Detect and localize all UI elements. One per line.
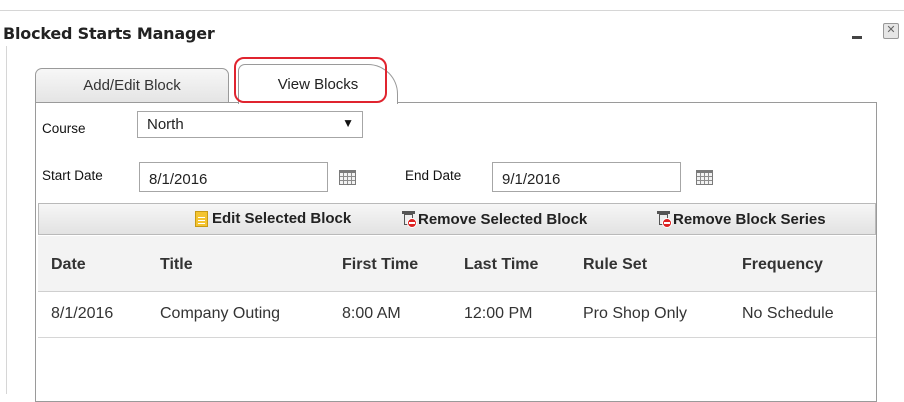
trash-delete-icon — [656, 210, 672, 228]
end-date-field[interactable]: 9/1/2016 — [492, 162, 681, 192]
start-date-field[interactable]: 8/1/2016 — [139, 162, 328, 192]
window-title: Blocked Starts Manager — [3, 24, 215, 43]
cell-first-time: 8:00 AM — [342, 305, 401, 322]
edit-selected-block-button[interactable]: Edit Selected Block — [195, 210, 351, 227]
course-selected-value: North — [147, 116, 184, 133]
left-divider — [6, 46, 7, 394]
end-date-label: End Date — [405, 168, 462, 183]
top-divider — [0, 10, 904, 11]
remove-block-series-label: Remove Block Series — [673, 210, 826, 228]
remove-block-series-button[interactable]: Remove Block Series — [656, 210, 826, 228]
course-label: Course — [42, 121, 86, 136]
close-icon[interactable]: ✕ — [883, 23, 899, 39]
document-icon — [195, 210, 208, 227]
remove-selected-block-button[interactable]: Remove Selected Block — [401, 210, 587, 228]
column-header-frequency[interactable]: Frequency — [742, 256, 823, 274]
column-header-last-time[interactable]: Last Time — [464, 256, 538, 274]
calendar-icon[interactable] — [696, 170, 713, 185]
cell-title: Company Outing — [160, 305, 281, 322]
calendar-icon[interactable] — [339, 170, 356, 185]
course-select[interactable]: North ▼ — [137, 111, 363, 138]
edit-selected-block-label: Edit Selected Block — [212, 210, 352, 227]
start-date-label: Start Date — [42, 168, 103, 183]
cell-last-time: 12:00 PM — [464, 305, 533, 322]
column-header-rule-set[interactable]: Rule Set — [583, 256, 647, 274]
column-header-title[interactable]: Title — [160, 256, 193, 274]
column-header-date[interactable]: Date — [51, 256, 86, 274]
tab-label: Add/Edit Block — [83, 77, 181, 94]
remove-selected-block-label: Remove Selected Block — [418, 210, 588, 228]
cell-frequency: No Schedule — [742, 305, 834, 322]
tab-view-blocks[interactable]: View Blocks — [238, 64, 398, 104]
cell-date: 8/1/2016 — [51, 305, 114, 322]
grid-header: Date Title First Time Last Time Rule Set… — [38, 236, 876, 292]
chevron-down-icon: ▼ — [342, 116, 354, 130]
cell-rule-set: Pro Shop Only — [583, 305, 688, 322]
tab-label: View Blocks — [277, 76, 359, 93]
grid-toolbar: Edit Selected Block Remove Selected Bloc… — [38, 203, 876, 235]
table-row[interactable]: 8/1/2016 Company Outing 8:00 AM 12:00 PM… — [38, 292, 876, 338]
trash-delete-icon — [401, 210, 417, 228]
minimize-icon[interactable] — [849, 24, 869, 40]
tab-add-edit-block[interactable]: Add/Edit Block — [35, 68, 229, 103]
column-header-first-time[interactable]: First Time — [342, 256, 418, 274]
